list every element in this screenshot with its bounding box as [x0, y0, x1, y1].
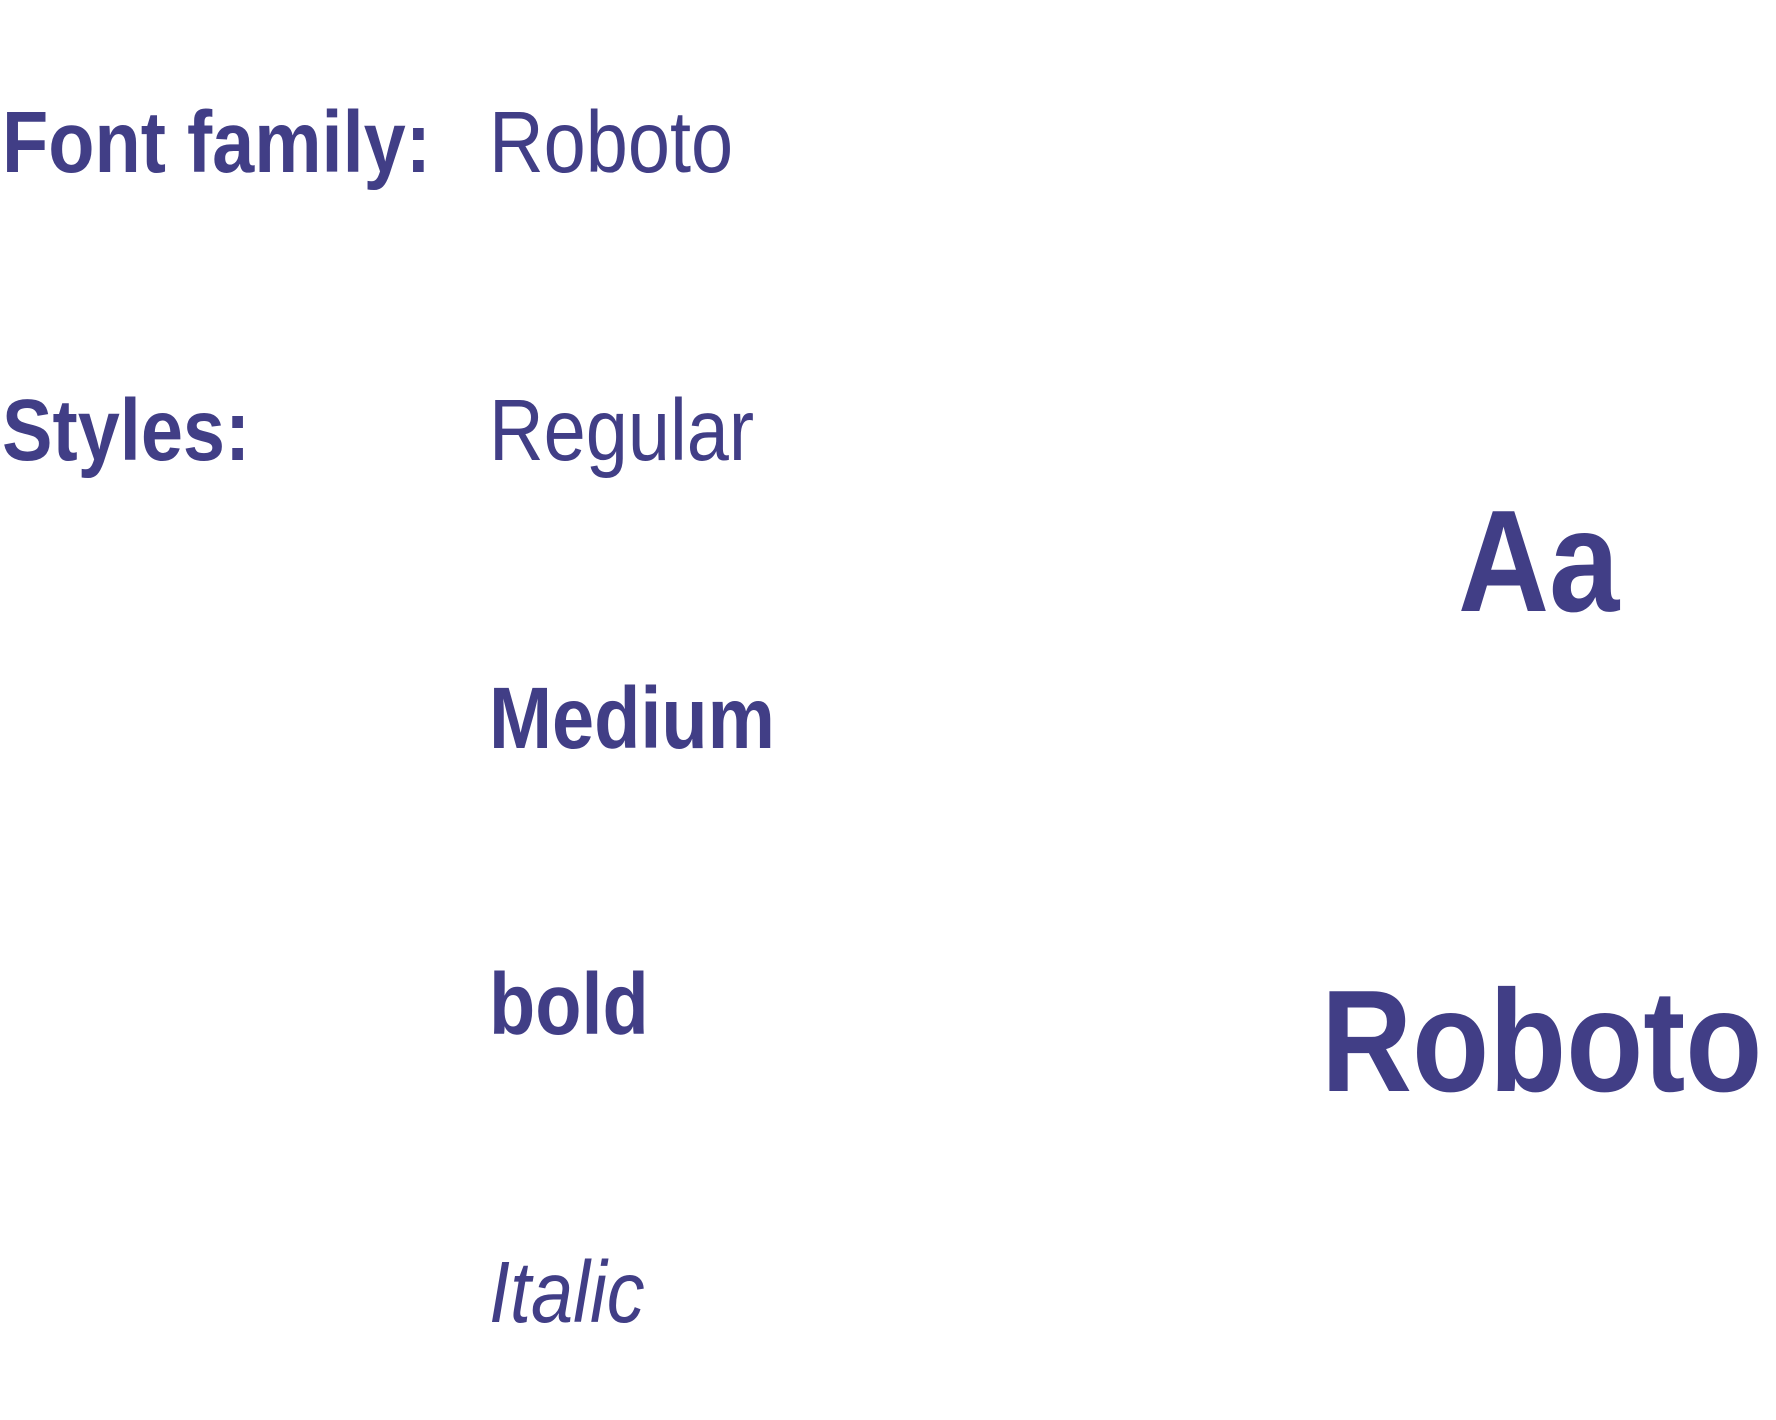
sample-font-name: Roboto: [1321, 960, 1763, 1122]
sample-glyphs: Aa: [1458, 480, 1620, 642]
style-regular: Regular: [489, 382, 755, 479]
style-italic: Italic: [489, 1244, 645, 1341]
styles-label: Styles:: [2, 382, 251, 479]
style-medium: Medium: [489, 670, 775, 767]
font-family-value: Roboto: [489, 94, 734, 191]
font-family-label: Font family:: [2, 94, 431, 191]
style-bold: bold: [489, 956, 649, 1053]
